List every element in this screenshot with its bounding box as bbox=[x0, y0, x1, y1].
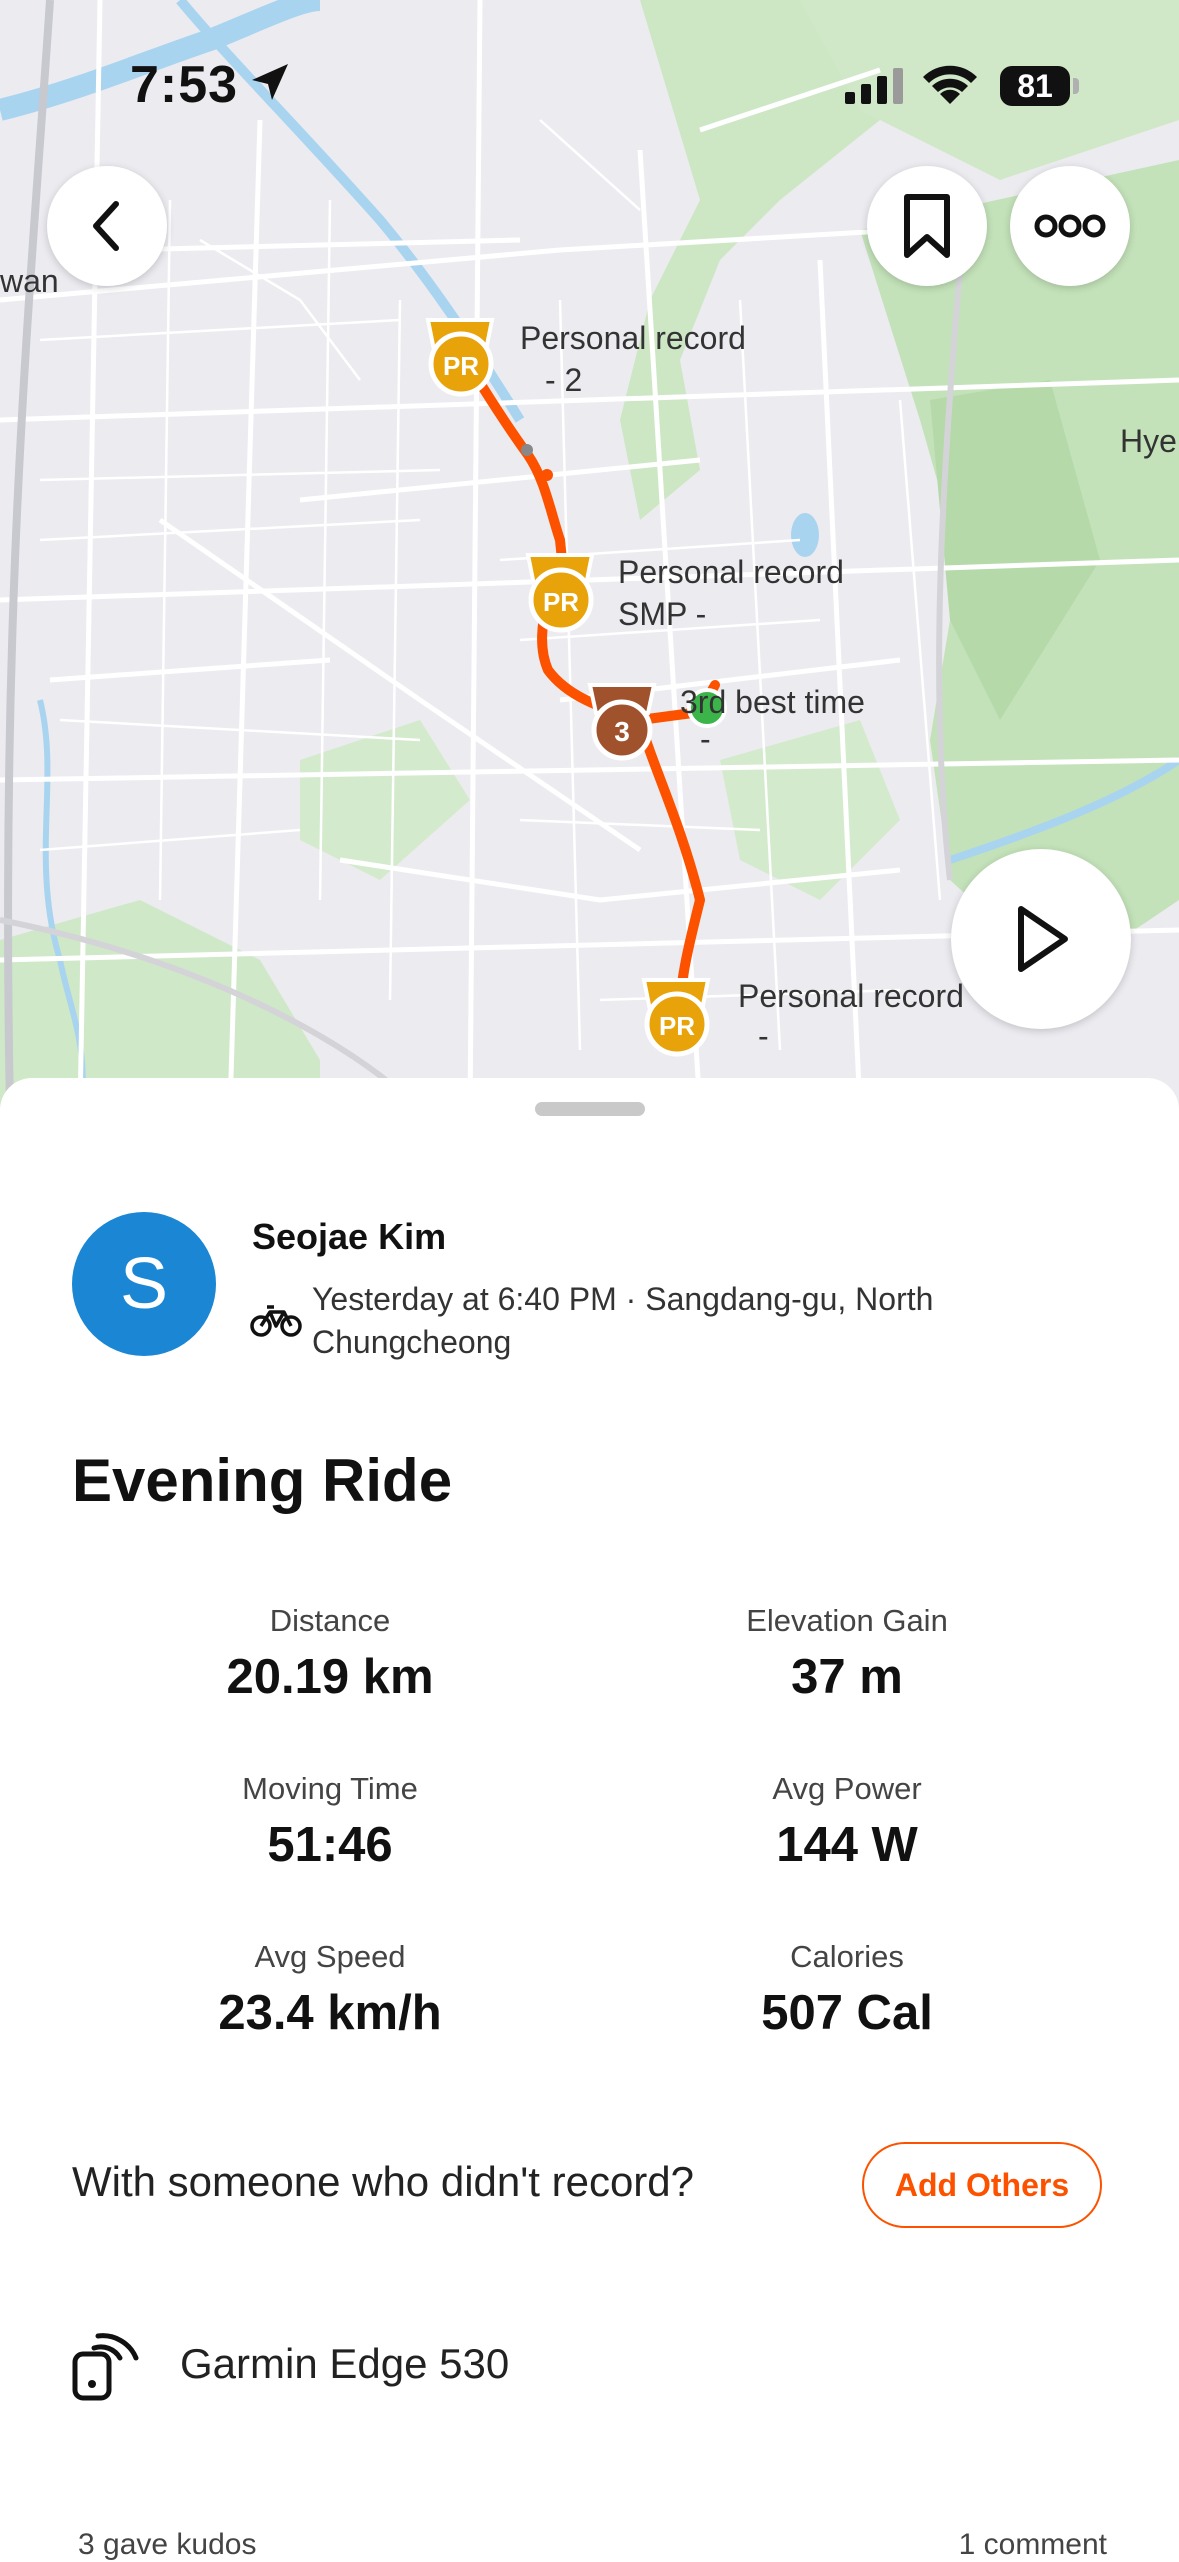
stat-elevation-gain: Elevation Gain 37 m bbox=[597, 1603, 1097, 1705]
stat-value: 51:46 bbox=[267, 1818, 393, 1872]
battery-cap bbox=[1073, 78, 1079, 94]
stat-label: Avg Speed bbox=[254, 1939, 406, 1974]
stat-moving-time: Moving Time 51:46 bbox=[80, 1771, 580, 1873]
more-options-button[interactable] bbox=[1010, 166, 1130, 286]
device-name: Garmin Edge 530 bbox=[180, 2340, 510, 2387]
stat-label: Moving Time bbox=[242, 1771, 418, 1806]
with-others-prompt: With someone who didn't record? bbox=[72, 2158, 695, 2205]
more-dots-icon bbox=[1034, 214, 1106, 238]
kudos-count[interactable]: 3 gave kudos bbox=[78, 2528, 256, 2562]
pr-badge-text: PR bbox=[543, 587, 579, 617]
athlete-name[interactable]: Seojae Kim bbox=[252, 1216, 446, 1258]
pr-badge-2[interactable]: PR bbox=[525, 553, 595, 633]
map-place-label-left: wan bbox=[0, 263, 59, 299]
pr2-sub: SMP - bbox=[618, 596, 706, 632]
bookmark-icon bbox=[904, 194, 950, 258]
stat-calories: Calories 507 Cal bbox=[597, 1939, 1097, 2041]
stat-label: Distance bbox=[269, 1603, 391, 1638]
pr3-sub: - bbox=[758, 1018, 769, 1054]
stat-label: Avg Power bbox=[772, 1771, 922, 1806]
stat-avg-speed: Avg Speed 23.4 km/h bbox=[80, 1939, 580, 2041]
sheet-drag-handle[interactable] bbox=[535, 1102, 645, 1116]
activity-title: Evening Ride bbox=[72, 1447, 453, 1514]
third-badge-text: 3 bbox=[614, 716, 630, 747]
pr-badge-1[interactable]: PR bbox=[425, 318, 495, 397]
pr1-sub: - 2 bbox=[545, 362, 582, 398]
stat-value: 144 W bbox=[776, 1818, 918, 1872]
pr-badge-3[interactable]: PR bbox=[641, 978, 711, 1057]
third-sub: - bbox=[700, 721, 711, 757]
third-best-badge[interactable]: 3 bbox=[587, 683, 657, 761]
pr1-title: Personal record bbox=[520, 320, 746, 356]
pr-badge-text: PR bbox=[443, 351, 479, 381]
bicycle-icon bbox=[250, 1305, 302, 1337]
back-button[interactable] bbox=[47, 166, 167, 286]
bookmark-button[interactable] bbox=[867, 166, 987, 286]
play-icon bbox=[1018, 906, 1068, 972]
stat-value: 23.4 km/h bbox=[218, 1986, 442, 2040]
activity-meta: Yesterday at 6:40 PM · Sangdang-gu, Nort… bbox=[312, 1281, 934, 1360]
status-time: 7:53 bbox=[130, 56, 239, 114]
pr-badge-text: PR bbox=[659, 1011, 695, 1041]
stat-label: Elevation Gain bbox=[746, 1603, 948, 1638]
stat-avg-power: Avg Power 144 W bbox=[597, 1771, 1097, 1873]
status-bar: 7:53 81 bbox=[0, 0, 1179, 150]
third-title: 3rd best time bbox=[680, 684, 865, 720]
stat-value: 507 Cal bbox=[761, 1986, 933, 2040]
athlete-avatar[interactable]: S bbox=[72, 1212, 216, 1356]
device-sync-icon bbox=[72, 2333, 139, 2401]
stat-value: 20.19 km bbox=[226, 1650, 434, 1704]
comments-count[interactable]: 1 comment bbox=[959, 2528, 1107, 2562]
chevron-left-icon bbox=[93, 201, 119, 251]
battery-indicator: 81 bbox=[1000, 66, 1070, 106]
flyover-play-button[interactable] bbox=[951, 849, 1131, 1029]
wifi-icon bbox=[923, 65, 977, 104]
stat-label: Calories bbox=[790, 1939, 904, 1974]
location-arrow-icon bbox=[252, 64, 288, 100]
pr3-title: Personal record bbox=[738, 978, 964, 1014]
add-others-button[interactable]: Add Others bbox=[862, 2142, 1102, 2228]
pr2-title: Personal record bbox=[618, 554, 844, 590]
stat-distance: Distance 20.19 km bbox=[80, 1603, 580, 1705]
cellular-signal-icon bbox=[845, 68, 903, 104]
stat-value: 37 m bbox=[791, 1650, 903, 1704]
activity-sheet: S Seojae Kim Yesterday at 6:40 PM · Sang… bbox=[0, 1078, 1179, 2561]
map-place-label-right: Hye bbox=[1120, 423, 1177, 459]
